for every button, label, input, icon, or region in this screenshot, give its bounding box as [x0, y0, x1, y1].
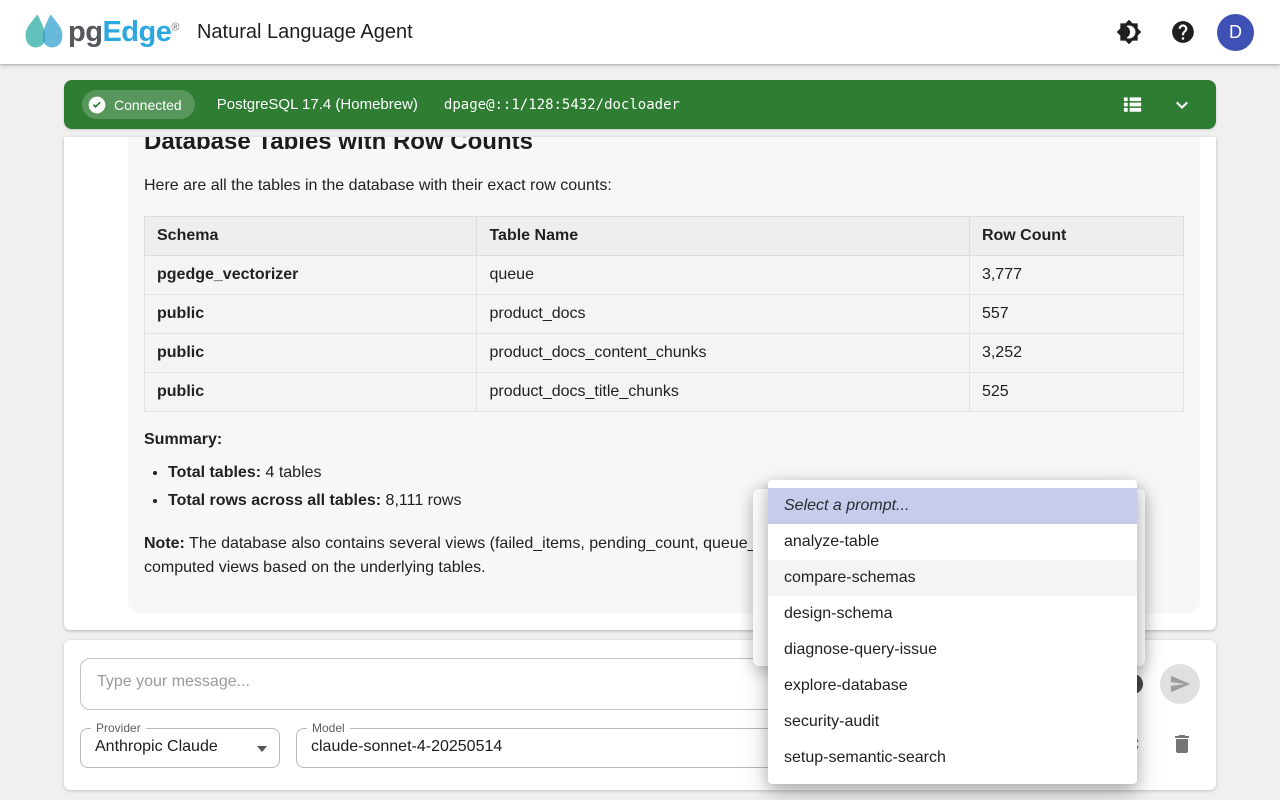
- pgedge-logo-text: pgEdge®: [68, 16, 179, 49]
- column-header-schema: Schema: [145, 217, 477, 256]
- help-button[interactable]: [1163, 12, 1203, 52]
- table-row: public product_docs_title_chunks 525: [145, 373, 1184, 412]
- user-avatar[interactable]: D: [1217, 14, 1254, 51]
- dark-mode-toggle-button[interactable]: [1109, 12, 1149, 52]
- select-arrow-icon: [257, 746, 267, 752]
- table-header-row: Schema Table Name Row Count: [145, 217, 1184, 256]
- clear-chat-button[interactable]: [1162, 724, 1202, 764]
- message-heading: Database Tables with Row Counts: [144, 137, 1184, 158]
- table-row: public product_docs_content_chunks 3,252: [145, 334, 1184, 373]
- page-title: Natural Language Agent: [197, 21, 413, 44]
- connection-expand-button[interactable]: [1166, 89, 1198, 121]
- connection-list-button[interactable]: [1116, 89, 1148, 121]
- check-circle-icon: [87, 95, 107, 115]
- pgedge-logo-icon: [22, 12, 66, 52]
- connection-bar: Connected PostgreSQL 17.4 (Homebrew) dpa…: [64, 80, 1216, 129]
- page-background: [0, 790, 1280, 800]
- connection-dsn: dpage@::1/128:5432/docloader: [444, 97, 680, 113]
- connection-status-badge: Connected: [82, 90, 195, 119]
- prompt-select-menu: Select a prompt... analyze-table compare…: [768, 480, 1137, 784]
- send-icon: [1169, 673, 1191, 695]
- send-button[interactable]: [1160, 664, 1200, 704]
- provider-select[interactable]: Provider Anthropic Claude: [80, 728, 280, 768]
- column-header-table-name: Table Name: [477, 217, 969, 256]
- brightness-icon: [1116, 19, 1142, 45]
- menu-item-security-audit[interactable]: security-audit: [768, 704, 1137, 740]
- menu-item-placeholder[interactable]: Select a prompt...: [768, 488, 1137, 524]
- menu-item-design-schema[interactable]: design-schema: [768, 596, 1137, 632]
- menu-item-explore-database[interactable]: explore-database: [768, 668, 1137, 704]
- table-row: public product_docs 557: [145, 295, 1184, 334]
- model-value: claude-sonnet-4-20250514: [311, 738, 502, 756]
- trash-icon: [1170, 732, 1194, 756]
- chevron-down-icon: [1170, 93, 1194, 117]
- menu-item-diagnose-query-issue[interactable]: diagnose-query-issue: [768, 632, 1137, 668]
- server-version-label: PostgreSQL 17.4 (Homebrew): [217, 96, 418, 113]
- menu-item-analyze-table[interactable]: analyze-table: [768, 524, 1137, 560]
- help-icon: [1170, 19, 1196, 45]
- table-row: pgedge_vectorizer queue 3,777: [145, 256, 1184, 295]
- provider-value: Anthropic Claude: [95, 738, 218, 756]
- message-intro: Here are all the tables in the database …: [144, 174, 1184, 198]
- row-counts-table: Schema Table Name Row Count pgedge_vecto…: [144, 216, 1184, 412]
- connection-status-label: Connected: [114, 97, 182, 113]
- app-header: pgEdge® Natural Language Agent D: [0, 0, 1280, 64]
- model-label: Model: [307, 721, 350, 735]
- menu-item-setup-semantic-search[interactable]: setup-semantic-search: [768, 740, 1137, 776]
- server-list-icon: [1121, 93, 1144, 116]
- pgedge-logo: pgEdge®: [22, 12, 179, 52]
- column-header-row-count: Row Count: [969, 217, 1183, 256]
- summary-heading: Summary:: [144, 431, 1184, 449]
- provider-label: Provider: [91, 721, 146, 735]
- menu-item-compare-schemas[interactable]: compare-schemas: [768, 560, 1137, 596]
